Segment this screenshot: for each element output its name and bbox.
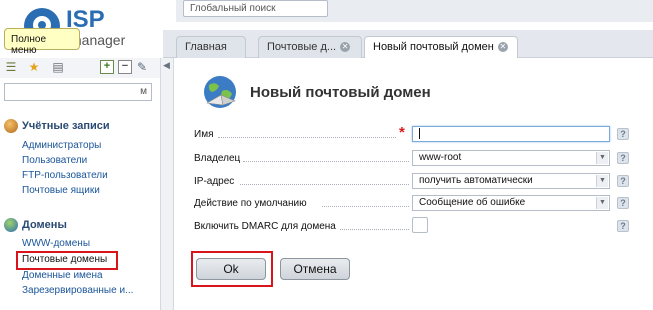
- tab-home-label: Главная: [185, 41, 227, 53]
- sidebar-splitter[interactable]: ◀: [160, 58, 174, 310]
- tab-mail-domains[interactable]: Почтовые д... ✕: [258, 36, 362, 58]
- leader-dots: [322, 206, 409, 207]
- close-icon[interactable]: ✕: [497, 42, 508, 53]
- leader-dots: [243, 161, 409, 162]
- ip-address-select-value: получить автоматически: [419, 175, 533, 186]
- accounts-icon: [4, 119, 18, 133]
- leader-dots: [218, 137, 396, 138]
- help-icon[interactable]: ?: [617, 175, 629, 187]
- sidebar-item-www-domains[interactable]: WWW-домены: [22, 238, 90, 249]
- sidebar-item-ftp-users[interactable]: FTP-пользователи: [22, 170, 108, 181]
- sidebar-item-users[interactable]: Пользователи: [22, 155, 87, 166]
- globe-icon: [4, 218, 18, 232]
- ip-address-label: IP-адрес: [194, 176, 235, 187]
- star-icon[interactable]: ★: [27, 60, 41, 74]
- tab-new-mail-domain-label: Новый почтовый домен: [373, 41, 494, 53]
- sidebar-item-domain-names[interactable]: Доменные имена: [22, 270, 103, 281]
- dmarc-label: Включить DMARC для домена: [194, 221, 336, 232]
- name-label: Имя: [194, 129, 214, 140]
- leader-dots: [340, 229, 409, 230]
- required-marker: *: [399, 124, 405, 141]
- pin-icon[interactable]: ✎: [135, 60, 149, 74]
- folder-icon[interactable]: ▤: [51, 60, 65, 74]
- help-icon[interactable]: ?: [617, 197, 629, 209]
- close-icon[interactable]: ✕: [340, 42, 351, 53]
- tab-new-mail-domain[interactable]: Новый почтовый домен ✕: [364, 36, 518, 59]
- tab-mail-domains-label: Почтовые д...: [267, 41, 337, 53]
- sidebar-item-mailboxes[interactable]: Почтовые ящики: [22, 185, 100, 196]
- expand-all-icon[interactable]: +: [100, 60, 114, 74]
- full-menu-tooltip: Полное меню: [4, 28, 80, 56]
- help-icon[interactable]: ?: [617, 220, 629, 232]
- ip-address-select[interactable]: получить автоматически ▼: [412, 173, 610, 189]
- highlight-mail-domains: [16, 251, 118, 270]
- tab-home[interactable]: Главная: [176, 36, 246, 58]
- sidebar-item-reserved[interactable]: Зарезервированные и...: [22, 285, 133, 296]
- name-input[interactable]: [412, 126, 610, 142]
- section-accounts-title[interactable]: Учётные записи: [22, 120, 110, 132]
- menu-filter-input[interactable]: м: [4, 83, 152, 101]
- chevron-down-icon: ▼: [596, 152, 608, 164]
- owner-select[interactable]: www-root ▼: [412, 150, 610, 166]
- mail-domain-globe-icon: [204, 76, 236, 108]
- default-action-label: Действие по умолчанию: [194, 198, 307, 209]
- collapse-arrow-icon[interactable]: ◀: [163, 60, 170, 71]
- chevron-down-icon: ▼: [596, 175, 608, 187]
- sidebar-item-administrators[interactable]: Администраторы: [22, 140, 101, 151]
- collapse-all-icon[interactable]: −: [118, 60, 132, 74]
- section-domains-title[interactable]: Домены: [22, 219, 67, 231]
- global-search-input[interactable]: Глобальный поиск: [183, 0, 328, 17]
- menu-tree-icon[interactable]: ☰: [4, 60, 18, 74]
- help-icon[interactable]: ?: [617, 128, 629, 140]
- sidebar-toolbar: ☰ ★ ▤ + − ✎: [0, 58, 160, 78]
- leader-dots: [240, 184, 409, 185]
- help-icon[interactable]: ?: [617, 152, 629, 164]
- default-action-select[interactable]: Сообщение об ошибке ▼: [412, 195, 610, 211]
- owner-select-value: www-root: [419, 152, 462, 163]
- text-caret: [419, 128, 420, 139]
- chevron-down-icon: ▼: [596, 197, 608, 209]
- cancel-button[interactable]: Отмена: [280, 258, 350, 280]
- owner-label: Владелец: [194, 153, 241, 164]
- form-title: Новый почтовый домен: [250, 84, 431, 101]
- default-action-select-value: Сообщение об ошибке: [419, 197, 526, 208]
- highlight-ok: [191, 251, 273, 287]
- dmarc-checkbox[interactable]: [412, 217, 428, 233]
